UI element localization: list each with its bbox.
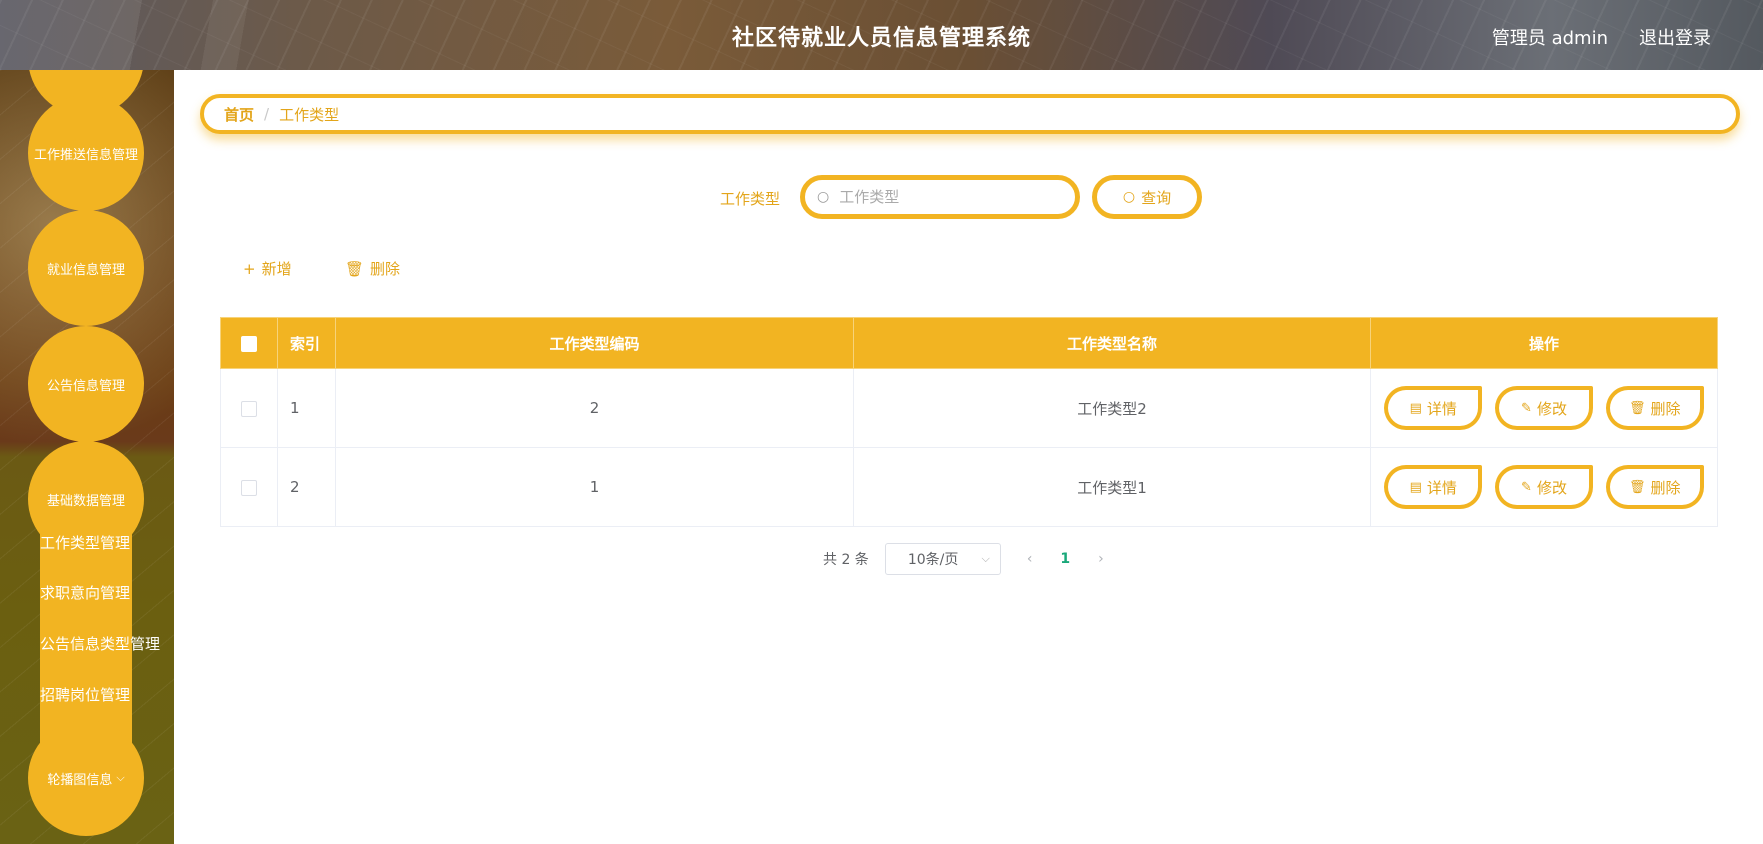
chevron-down-icon: ⌵ (116, 771, 125, 784)
sidebar-item-carousel[interactable]: 轮播图信息 ⌵ (28, 720, 144, 836)
row-code: 1 (335, 447, 854, 527)
add-button[interactable]: + 新增 (243, 258, 292, 279)
trash-icon: 🗑 (1629, 479, 1646, 495)
search-icon: ○ (1122, 189, 1136, 205)
page-number-current[interactable]: 1 (1060, 551, 1070, 567)
sidebar-item-label: 就业信息管理 (46, 262, 125, 278)
job-type-table: 索引 工作类型编码 工作类型名称 操作 1 2 工作类型2 ▤ 详情 ✎ 修改 🗑 删… (220, 317, 1718, 527)
edit-button[interactable]: ✎ 修改 (1495, 386, 1593, 430)
select-all-checkbox[interactable] (241, 335, 257, 352)
column-header-name: 工作类型名称 (853, 317, 1371, 369)
column-header-actions: 操作 (1370, 317, 1718, 369)
table-row: 1 2 工作类型2 ▤ 详情 ✎ 修改 🗑 删除 (220, 368, 1718, 448)
detail-button-label: 详情 (1426, 399, 1457, 418)
detail-button-label: 详情 (1426, 478, 1457, 497)
chevron-right-icon[interactable]: › (1098, 551, 1104, 567)
sidebar-item-label: 工作推送信息管理 (33, 147, 138, 163)
submenu-item-announcement-type[interactable]: 公告信息类型管理 (40, 633, 160, 654)
sidebar-item-employment[interactable]: 就业信息管理 (28, 210, 144, 326)
edit-button[interactable]: ✎ 修改 (1495, 465, 1593, 509)
document-icon: ▤ (1409, 400, 1422, 416)
row-checkbox[interactable] (241, 400, 257, 417)
edit-button-label: 修改 (1536, 399, 1567, 418)
page-size-select[interactable]: 10条/页 ⌵ (884, 543, 1001, 575)
column-header-code: 工作类型编码 (335, 317, 854, 369)
add-button-label: 新增 (261, 260, 292, 278)
pencil-icon: ✎ (1521, 479, 1532, 495)
batch-delete-label: 删除 (370, 260, 401, 278)
top-header: 社区待就业人员信息管理系统 管理员 admin 退出登录 (0, 0, 1763, 70)
row-checkbox[interactable] (241, 479, 257, 496)
delete-button-label: 删除 (1650, 399, 1681, 418)
sidebar-item-announcement[interactable]: 公告信息管理 (28, 326, 144, 442)
sidebar-item-label: 轮播图信息 (47, 772, 113, 788)
page-size-value: 10条/页 (907, 552, 959, 568)
breadcrumb: 首页 / 工作类型 (200, 94, 1740, 134)
breadcrumb-current: 工作类型 (279, 105, 340, 124)
pencil-icon: ✎ (1521, 400, 1532, 416)
submenu-item-job-intention[interactable]: 求职意向管理 (40, 582, 130, 603)
row-index: 2 (277, 447, 336, 527)
row-index: 1 (277, 368, 336, 448)
breadcrumb-separator: / (264, 105, 270, 123)
query-button-label: 查询 (1141, 188, 1172, 207)
sidebar: 工作推送信息管理 就业信息管理 公告信息管理 基础数据管理 工作类型管理 求职意… (0, 70, 174, 844)
search-input[interactable] (839, 188, 1040, 206)
submenu-item-job-type[interactable]: 工作类型管理 (40, 532, 130, 553)
row-select-cell (220, 447, 278, 527)
document-icon: ▤ (1409, 479, 1422, 495)
delete-button-label: 删除 (1650, 478, 1681, 497)
edit-button-label: 修改 (1536, 478, 1567, 497)
detail-button[interactable]: ▤ 详情 (1384, 465, 1483, 509)
pagination: 共 2 条 10条/页 ⌵ ‹ 1 › (823, 543, 1104, 575)
sidebar-item-label: 基础数据管理 (46, 493, 125, 509)
sidebar-item-label: 公告信息管理 (46, 378, 125, 394)
breadcrumb-home[interactable]: 首页 (224, 104, 254, 125)
trash-icon: 🗑 (345, 260, 365, 278)
search-label: 工作类型 (720, 190, 781, 208)
select-all-cell (220, 317, 278, 369)
row-code: 2 (335, 368, 854, 448)
search-field[interactable]: ○ (800, 175, 1080, 219)
row-actions: ▤ 详情 ✎ 修改 🗑 删除 (1370, 447, 1718, 527)
plus-icon: + (243, 260, 256, 278)
table-header-row: 索引 工作类型编码 工作类型名称 操作 (220, 317, 1718, 369)
delete-button[interactable]: 🗑 删除 (1605, 386, 1704, 430)
submenu-item-recruitment-post[interactable]: 招聘岗位管理 (40, 684, 130, 705)
row-name: 工作类型1 (853, 447, 1371, 527)
column-header-index: 索引 (277, 317, 336, 369)
trash-icon: 🗑 (1629, 400, 1646, 416)
sidebar-item-job-push[interactable]: 工作推送信息管理 (28, 95, 144, 211)
row-name: 工作类型2 (853, 368, 1371, 448)
delete-button[interactable]: 🗑 删除 (1605, 465, 1704, 509)
detail-button[interactable]: ▤ 详情 (1384, 386, 1483, 430)
row-actions: ▤ 详情 ✎ 修改 🗑 删除 (1370, 368, 1718, 448)
pagination-total: 共 2 条 (823, 552, 869, 568)
chevron-left-icon[interactable]: ‹ (1027, 551, 1033, 567)
table-row: 2 1 工作类型1 ▤ 详情 ✎ 修改 🗑 删除 (220, 447, 1718, 527)
chevron-down-icon: ⌵ (981, 552, 990, 565)
search-icon: ○ (817, 189, 830, 205)
current-user: 管理员 admin (1491, 28, 1608, 49)
query-button[interactable]: ○ 查询 (1092, 175, 1202, 219)
row-select-cell (220, 368, 278, 448)
logout-link[interactable]: 退出登录 (1639, 24, 1711, 50)
batch-delete-button[interactable]: 🗑 删除 (345, 258, 400, 279)
